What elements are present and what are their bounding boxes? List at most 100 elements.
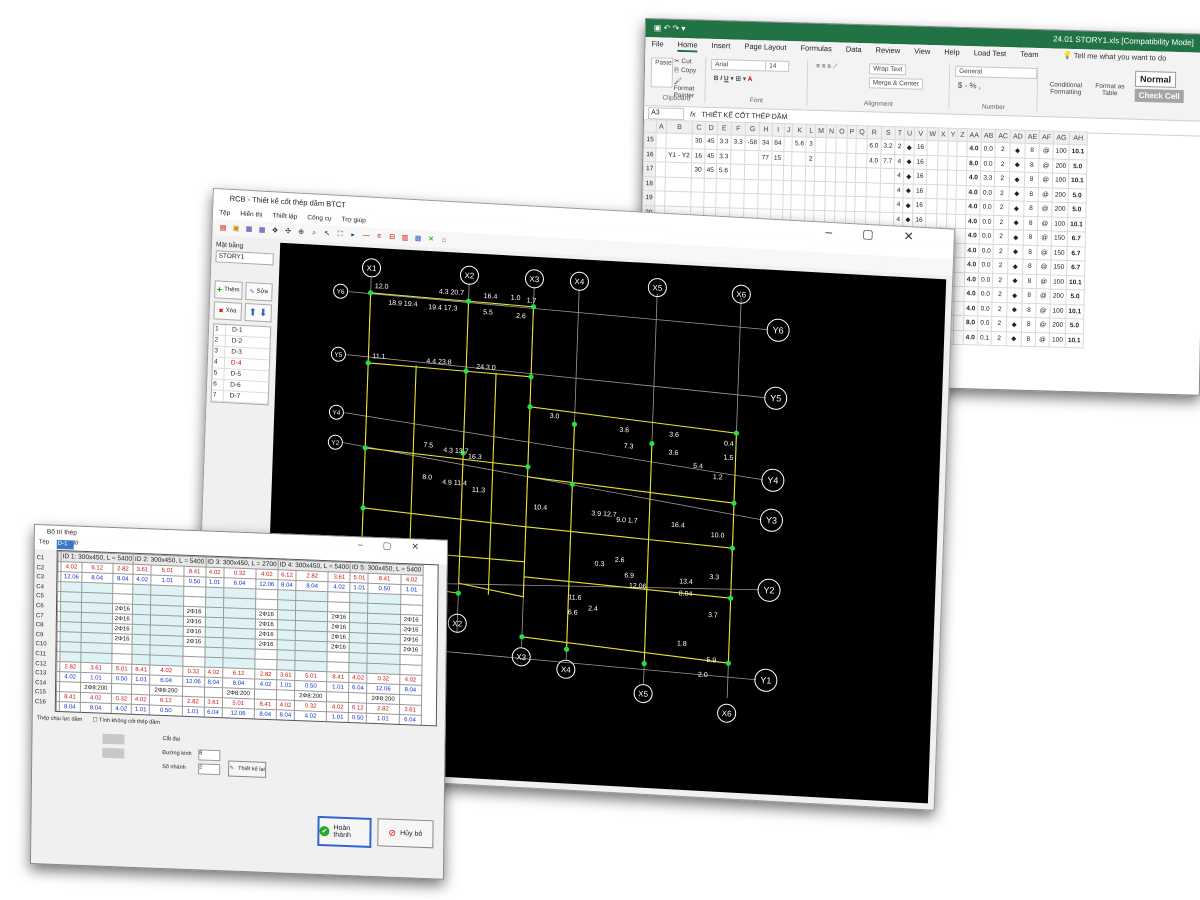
select-icon[interactable]: ↖ [322,229,331,238]
cell[interactable]: 6.7 [1067,231,1086,247]
cell[interactable]: 0.0 [979,214,995,230]
steel-cell[interactable] [277,609,296,621]
cell[interactable] [925,198,938,214]
cell[interactable] [703,177,717,193]
cell[interactable]: 30 [691,162,705,178]
column-header[interactable]: AH [1069,131,1088,145]
cell[interactable] [855,167,867,183]
cell[interactable]: 15 [771,150,784,166]
cell[interactable]: ◆ [1007,273,1023,289]
dia-select[interactable]: 8 [198,749,221,762]
cell[interactable] [879,182,895,198]
cell[interactable]: 4 [894,154,905,169]
cell[interactable]: ◆ [1010,142,1026,158]
cell[interactable]: 4.0 [965,199,981,215]
cell[interactable] [814,166,826,182]
steel-cell[interactable]: 1.01 [181,706,205,718]
save-icon[interactable]: ▦ [244,224,253,233]
cell[interactable] [656,132,667,148]
cell[interactable] [703,192,716,208]
cell[interactable] [937,184,948,200]
cell[interactable] [845,181,856,197]
cell[interactable]: 8 [1021,288,1037,304]
dialog-beam-list[interactable]: C1 C2 C3 C4 C5 C6 C7 C8 C9 C10 C11 C12 C13 C14 C15 C16 [35,555,57,709]
steel-cell[interactable]: 4.02 [110,703,132,715]
cell[interactable] [937,155,948,171]
cell[interactable]: 4.0 [866,153,881,169]
cell[interactable] [758,164,772,180]
cell[interactable]: 30 [692,133,705,149]
cell[interactable]: 10.1 [1068,144,1087,160]
ribbon-tab-team[interactable]: Team [1020,48,1039,63]
steel-cell[interactable] [204,657,223,668]
branch-select[interactable]: 2 [198,763,221,776]
cell[interactable] [946,184,957,200]
cell[interactable]: ◆ [1006,316,1022,332]
ribbon-tab-data[interactable]: Data [846,43,862,57]
cell[interactable]: ◆ [1006,302,1022,318]
cell[interactable] [954,271,965,287]
column-header[interactable]: Q [856,125,868,139]
column-header[interactable]: D [704,121,718,135]
cell[interactable] [955,213,966,229]
steel-cell[interactable] [205,587,224,598]
cell[interactable]: 2 [994,171,1010,187]
cell[interactable]: 2 [806,151,816,167]
pan-icon[interactable]: ✥ [270,226,279,235]
cell[interactable] [866,167,881,183]
cell[interactable]: 2 [991,316,1007,332]
steel-cell[interactable] [132,594,152,605]
cell[interactable] [836,137,847,153]
cell[interactable] [947,170,958,185]
row-header[interactable]: 16 [643,147,657,162]
cell[interactable] [957,141,967,157]
cell[interactable] [856,152,867,168]
steel-cell[interactable]: 12.06 [221,707,255,719]
column-header[interactable]: AE [1025,130,1040,144]
cell[interactable] [955,257,965,273]
cell[interactable]: 0.0 [980,185,995,201]
steel-table[interactable]: ID 1: 300x450, L = 5400 ID 2: 300x450, L … [54,549,439,727]
cell[interactable]: 5.6 [792,136,807,152]
cell[interactable] [865,196,880,212]
format-as-table-button[interactable]: Format as Table [1087,81,1133,98]
menu-item-5[interactable]: Trợ giúp [341,214,366,227]
steel-cell[interactable]: 5.01 [350,572,369,584]
cell[interactable]: @ [1036,288,1051,304]
cell[interactable]: 0.0 [978,257,994,273]
cell[interactable]: 8 [1021,302,1037,318]
report-icon[interactable]: ▩ [413,234,422,243]
steel-cell[interactable]: 3.61 [133,564,152,575]
steel-cell[interactable] [349,662,368,674]
cell[interactable] [770,179,784,195]
font-size-select[interactable]: 14 [765,60,790,73]
arrow-up-icon[interactable]: ⬆ [248,307,257,318]
cell[interactable] [743,193,759,209]
cell[interactable]: ◆ [1008,215,1024,231]
cell[interactable] [664,191,692,207]
column-header[interactable]: H [759,122,773,137]
cell[interactable]: 150 [1051,230,1068,246]
steel-cell[interactable] [276,659,296,671]
cell[interactable]: 5.0 [1067,202,1086,218]
cell[interactable]: @ [1037,230,1052,246]
steel-cell[interactable] [277,629,296,641]
cell[interactable]: 84 [771,136,785,151]
cell[interactable] [957,155,967,171]
check-option[interactable]: ☐ Tính không cốt thép dầm [93,717,160,726]
cell[interactable] [715,192,731,208]
cell[interactable] [835,152,847,168]
steel-cell[interactable] [132,624,151,635]
steel-cell[interactable]: 1.01 [205,577,224,588]
cell[interactable]: 8.0 [963,315,978,331]
column-header[interactable]: L [806,124,816,138]
column-header[interactable]: AF [1039,130,1054,144]
cell[interactable]: 100 [1053,143,1070,159]
save-as-icon[interactable]: ▦ [257,225,266,234]
zoom-window-icon[interactable]: ⌕ [309,228,318,237]
cell[interactable]: ◆ [903,183,914,199]
cell[interactable]: 0.1 [977,330,992,346]
dimension-icon[interactable]: ⊟ [387,232,396,241]
cell[interactable]: 2 [894,139,905,155]
steel-cell[interactable]: 4.02 [133,574,152,585]
